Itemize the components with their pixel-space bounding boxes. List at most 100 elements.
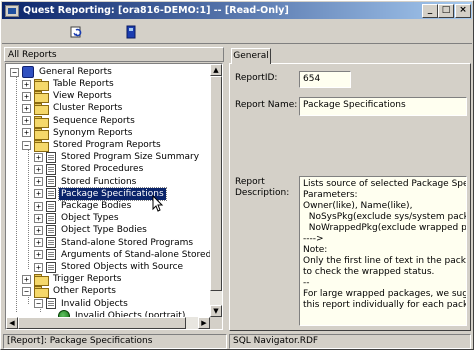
expand-icon[interactable]: +	[22, 103, 31, 113]
tree-node[interactable]: + Package Specifications	[34, 186, 167, 201]
folder-icon	[34, 91, 49, 104]
tree-node-label: Table Reports	[53, 79, 114, 89]
expand-icon[interactable]: +	[34, 225, 43, 235]
expand-icon[interactable]: +	[34, 177, 43, 187]
tree-node[interactable]: + Synonym Reports	[22, 127, 134, 140]
tree-node[interactable]: − Other Reports	[22, 285, 118, 299]
tree-node-label: Stored Program Size Summary	[61, 152, 200, 163]
tree-node-label: Trigger Reports	[53, 274, 122, 285]
tree-node[interactable]: + Package Bodies	[34, 200, 133, 212]
tree-node-label: Stored Program Reports	[53, 140, 161, 150]
tree-node-label: Object Types	[61, 213, 119, 224]
tree-node[interactable]: + Table Reports	[22, 78, 116, 91]
tree-node-label: Object Type Bodies	[61, 225, 147, 236]
tree-node[interactable]: + Stored Objects with Source	[34, 261, 185, 273]
tree-node-label: Stand-alone Stored Programs	[61, 237, 194, 248]
tree-node-label: Invalid Objects	[61, 298, 128, 309]
tree-node-label: Stored Procedures	[61, 164, 144, 175]
tree-node[interactable]: + Stored Functions	[34, 176, 138, 188]
tree-node[interactable]: + Stored Program Size Summary	[34, 151, 201, 163]
report-name-label: Report Name:	[235, 100, 298, 110]
mouse-cursor-icon	[152, 195, 164, 212]
main-window: Quest Reporting: [ora816-DEMO:1] -- [Rea…	[0, 0, 474, 350]
report-icon	[46, 200, 56, 212]
tree-node[interactable]: − Invalid Objects	[34, 298, 130, 310]
expand-icon[interactable]: +	[34, 250, 43, 260]
status-report: [Report]: Package Specifications	[3, 334, 227, 349]
report-icon	[46, 249, 56, 261]
maximize-button[interactable]: □	[438, 4, 454, 18]
folder-icon	[34, 286, 49, 299]
report-icon	[46, 298, 56, 310]
horizontal-scrollbar[interactable]: ◀ ▶	[6, 317, 210, 329]
expand-icon[interactable]: +	[34, 152, 43, 162]
expand-icon[interactable]: +	[34, 201, 43, 211]
tree-node[interactable]: + Object Type Bodies	[34, 224, 149, 236]
tree-node[interactable]: + Trigger Reports	[22, 273, 123, 287]
collapse-icon[interactable]: −	[22, 140, 31, 150]
report-id-field[interactable]: 654	[299, 71, 351, 88]
tree-node-label: Arguments of Stand-alone Stored Program	[61, 249, 222, 260]
tree-node[interactable]: + Stand-alone Stored Programs	[34, 237, 195, 249]
tree-node[interactable]: + Cluster Reports	[22, 102, 124, 116]
expand-icon[interactable]: +	[34, 213, 43, 223]
expand-icon[interactable]: +	[22, 79, 31, 89]
tree-node-label: General Reports	[39, 67, 112, 77]
collapse-icon[interactable]: −	[10, 67, 19, 77]
collapse-icon[interactable]: −	[34, 299, 43, 309]
report-id-label: ReportID:	[235, 73, 278, 83]
scroll-left-icon[interactable]: ◀	[6, 317, 18, 329]
tree-guide-line	[16, 72, 17, 312]
vertical-scrollbar[interactable]: ▲ ▼	[210, 64, 222, 317]
tree-node[interactable]: + View Reports	[22, 90, 114, 104]
refresh-icon	[70, 26, 82, 38]
report-description-field[interactable]: Lists source of selected Package Speci P…	[299, 176, 467, 326]
close-button[interactable]: ×	[455, 4, 471, 18]
refresh-report-button[interactable]	[68, 23, 86, 41]
reports-tree[interactable]: − General Reports + Table Reports + View Re…	[5, 63, 223, 330]
scroll-down-icon[interactable]: ▼	[210, 305, 222, 317]
expand-icon[interactable]: +	[34, 189, 43, 199]
tree-node[interactable]: − Stored Program Reports	[22, 139, 163, 152]
scroll-right-icon[interactable]: ▶	[198, 317, 210, 329]
expand-icon[interactable]: +	[34, 262, 43, 272]
folder-icon	[34, 115, 49, 128]
expand-icon[interactable]: +	[22, 116, 31, 126]
expand-icon[interactable]: +	[22, 274, 31, 284]
print-button[interactable]	[122, 23, 140, 41]
title-bar[interactable]: Quest Reporting: [ora816-DEMO:1] -- [Rea…	[2, 2, 472, 19]
reports-tree-pane: All Reports − General Reports + Table Rep…	[2, 45, 226, 332]
expand-icon[interactable]: +	[34, 238, 43, 248]
report-name-field[interactable]: Package Specifications	[299, 97, 467, 116]
printer-icon	[126, 25, 136, 39]
tree-guide-line	[28, 149, 29, 269]
scroll-thumb[interactable]	[210, 76, 222, 291]
scroll-thumb[interactable]	[18, 317, 186, 329]
tab-general[interactable]: General	[231, 48, 271, 64]
report-icon	[46, 224, 56, 236]
selected-tree-node-label: Package Specifications	[58, 186, 167, 201]
collapse-icon[interactable]: −	[22, 286, 31, 296]
expand-icon[interactable]: +	[34, 164, 43, 174]
scroll-up-icon[interactable]: ▲	[210, 64, 222, 76]
expand-icon[interactable]: +	[22, 91, 31, 101]
toolbar	[2, 20, 472, 44]
folder-icon	[34, 127, 49, 140]
tree-node[interactable]: + Object Types	[34, 212, 121, 224]
general-tab-panel: ReportID: 654 Report Name: Package Speci…	[229, 63, 471, 331]
folder-icon	[34, 140, 49, 152]
tree-node[interactable]: + Arguments of Stand-alone Stored Program	[34, 249, 222, 261]
report-icon	[46, 151, 56, 163]
report-icon	[46, 163, 56, 175]
tree-node[interactable]: + Sequence Reports	[22, 115, 137, 128]
report-icon	[46, 176, 56, 188]
folder-icon	[34, 274, 49, 287]
tree-node[interactable]: + Stored Procedures	[34, 163, 145, 175]
minimize-button[interactable]: _	[422, 4, 438, 18]
report-icon	[46, 237, 56, 249]
pane-header: All Reports	[4, 47, 224, 62]
tree-node-general-reports[interactable]: − General Reports	[10, 66, 114, 78]
report-description-label: Report Description:	[235, 177, 290, 198]
status-bar: [Report]: Package Specifications SQL Nav…	[2, 332, 472, 349]
expand-icon[interactable]: +	[22, 128, 31, 138]
